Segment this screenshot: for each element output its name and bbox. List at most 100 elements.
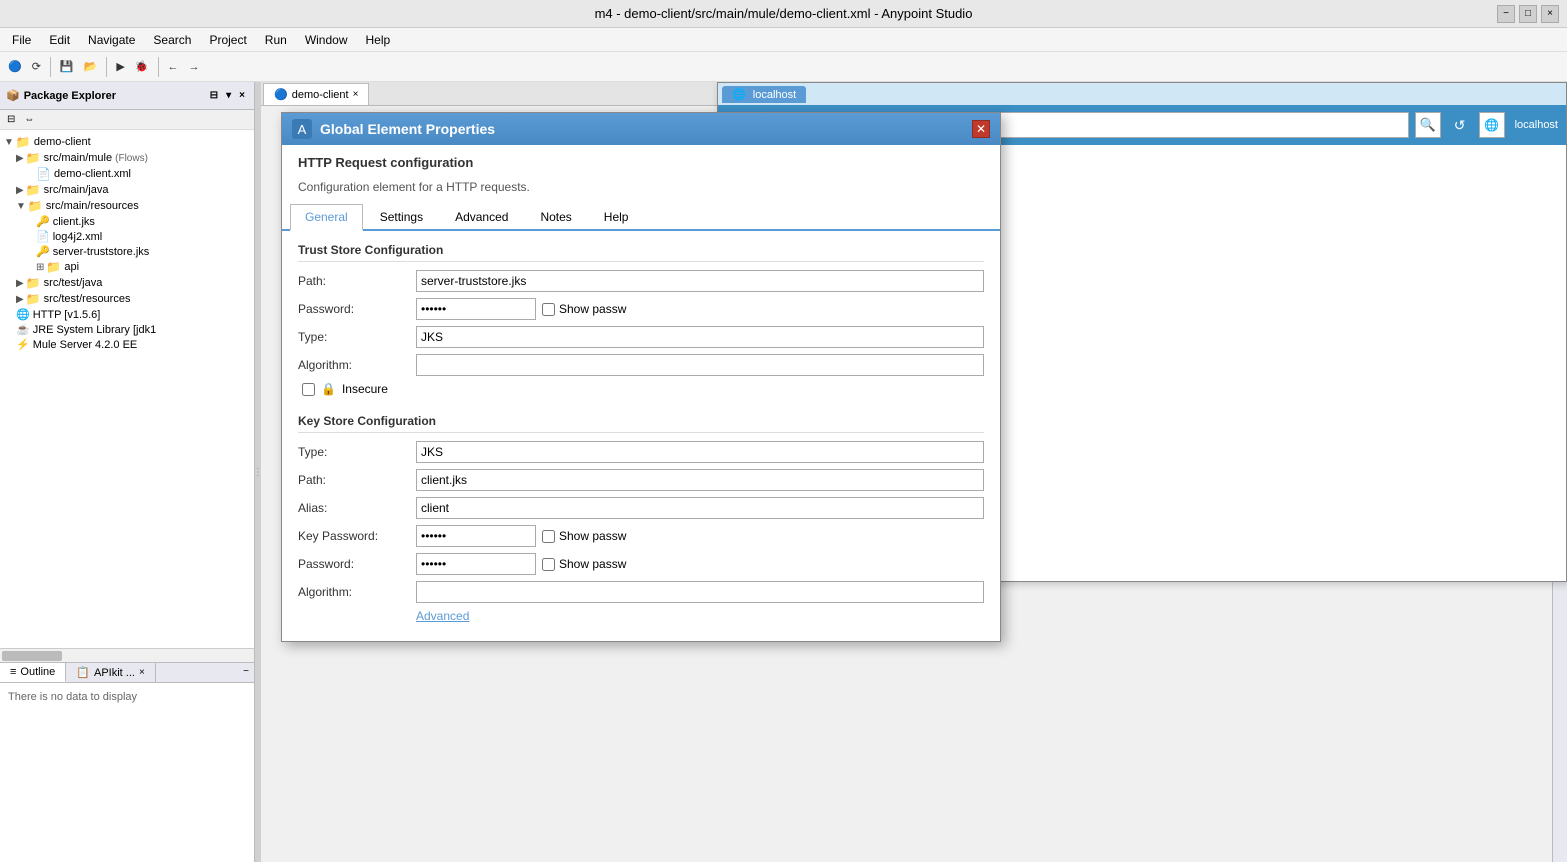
dialog-tab-advanced[interactable]: Advanced	[440, 204, 523, 229]
menu-navigate[interactable]: Navigate	[80, 31, 143, 49]
menu-edit[interactable]: Edit	[41, 31, 78, 49]
toolbar-sep-2	[106, 57, 107, 77]
tab-outline[interactable]: ≡ Outline	[0, 663, 66, 682]
browser-tab-label: localhost	[753, 89, 796, 101]
trust-type-input[interactable]	[416, 326, 984, 348]
browser-refresh-button[interactable]: ↺	[1447, 112, 1473, 138]
key-type-label: Type:	[298, 445, 408, 459]
insecure-checkbox[interactable]	[302, 383, 315, 396]
title-bar: m4 - demo-client/src/main/mule/demo-clie…	[0, 0, 1567, 28]
key-alias-input[interactable]	[416, 497, 984, 519]
scrollbar-thumb[interactable]	[2, 651, 62, 661]
key-pass-show-checkbox[interactable]	[542, 558, 555, 571]
tree-item-mule-server[interactable]: ⚡ Mule Server 4.2.0 EE	[0, 337, 254, 352]
trust-password-row: Password: Show passw	[298, 298, 984, 320]
panel-header-actions[interactable]: ⊟ ▾ ×	[207, 89, 248, 102]
tree-item-demo-client-xml[interactable]: 📄 demo-client.xml	[0, 166, 254, 182]
advanced-link[interactable]: Advanced	[416, 609, 469, 623]
toolbar-new[interactable]: 🔵	[4, 58, 26, 75]
insecure-row: 🔒 Insecure	[298, 382, 984, 396]
window-controls[interactable]: − □ ×	[1497, 5, 1559, 23]
insecure-icon: 🔒	[321, 382, 336, 396]
key-password-group: Show passw	[416, 525, 984, 547]
key-show-pass-group: Show passw	[542, 529, 626, 543]
dialog-close-button[interactable]: ✕	[972, 120, 990, 138]
tree-item-src-main-java[interactable]: ▶ 📁 src/main/java	[0, 182, 254, 198]
close-panel-button[interactable]: ×	[236, 89, 248, 102]
collapse-panel-button[interactable]: ⊟	[207, 89, 221, 102]
tree-item-jre[interactable]: ☕ JRE System Library [jdk1	[0, 322, 254, 337]
trust-show-pass-group: Show passw	[542, 302, 626, 316]
key-show-pass-checkbox[interactable]	[542, 530, 555, 543]
dialog-tab-help[interactable]: Help	[589, 204, 644, 229]
key-path-input[interactable]	[416, 469, 984, 491]
trust-show-pass-checkbox[interactable]	[542, 303, 555, 316]
browser-search-button[interactable]: 🔍	[1415, 112, 1441, 138]
browser-tab-localhost[interactable]: 🌐 localhost	[722, 86, 806, 103]
dialog-title-bar: A Global Element Properties ✕	[282, 113, 1000, 145]
menu-project[interactable]: Project	[201, 31, 254, 49]
trust-path-input[interactable]	[416, 270, 984, 292]
refresh-icon: ↺	[1454, 117, 1466, 133]
tree-item-src-test-resources[interactable]: ▶ 📁 src/test/resources	[0, 291, 254, 307]
browser-tab-favicon: 🌐	[732, 89, 746, 101]
menu-run[interactable]: Run	[257, 31, 295, 49]
tree-item-log4j2-xml[interactable]: 📄 log4j2.xml	[0, 229, 254, 244]
tab-apikit[interactable]: 📋 APIkit ... ×	[66, 663, 156, 682]
tree-item-http[interactable]: 🌐 HTTP [v1.5.6]	[0, 307, 254, 322]
toolbar-save-all[interactable]: 📂	[80, 58, 102, 75]
trust-type-label: Type:	[298, 330, 408, 344]
dialog-tab-notes[interactable]: Notes	[525, 204, 586, 229]
collapse-all-button[interactable]: ⊟	[4, 113, 18, 126]
link-editor-button[interactable]: ⇔	[21, 113, 37, 126]
tree-item-src-main-mule[interactable]: ▶ 📁 src/main/mule (Flows)	[0, 150, 254, 166]
toolbar-open[interactable]: ⟳	[28, 58, 45, 75]
key-type-row: Type:	[298, 441, 984, 463]
tree-label-demo-client: demo-client	[34, 136, 91, 148]
bottom-tabs-spacer	[156, 663, 238, 682]
key-type-input[interactable]	[416, 441, 984, 463]
toolbar-save[interactable]: 💾	[56, 58, 78, 75]
dialog-tab-settings[interactable]: Settings	[365, 204, 438, 229]
trust-path-label: Path:	[298, 274, 408, 288]
trust-algorithm-input[interactable]	[416, 354, 984, 376]
trust-password-input[interactable]	[416, 298, 536, 320]
tree-label-src-main-resources: src/main/resources	[46, 200, 139, 212]
minimize-bottom-btn[interactable]: −	[240, 665, 252, 680]
key-pass-input[interactable]	[416, 553, 536, 575]
key-password-label: Key Password:	[298, 529, 408, 543]
key-password-input[interactable]	[416, 525, 536, 547]
toolbar-back[interactable]: ←	[164, 59, 183, 75]
menu-help[interactable]: Help	[358, 31, 399, 49]
close-window-button[interactable]: ×	[1541, 5, 1559, 23]
trust-path-row: Path:	[298, 270, 984, 292]
menu-search[interactable]: Search	[145, 31, 199, 49]
apikit-icon: 📋	[76, 666, 90, 679]
toolbar-debug[interactable]: 🐞	[131, 58, 153, 75]
bottom-panel-controls: −	[238, 663, 254, 682]
toolbar-forward[interactable]: →	[185, 59, 204, 75]
menu-file[interactable]: File	[4, 31, 39, 49]
panel-menu-button[interactable]: ▾	[223, 89, 234, 102]
minimize-button[interactable]: −	[1497, 5, 1515, 23]
tree-item-client-jks[interactable]: 🔑 client.jks	[0, 214, 254, 229]
close-tab-btn[interactable]: ×	[353, 89, 359, 100]
tree-item-api[interactable]: ⊞ 📁 api	[0, 259, 254, 275]
right-content: 🔵 demo-client × A Global Element Propert…	[261, 82, 1567, 862]
editor-tab-demo-client[interactable]: 🔵 demo-client ×	[263, 83, 369, 105]
toolbar-sep-1	[50, 57, 51, 77]
tree-item-server-truststore-jks[interactable]: 🔑 server-truststore.jks	[0, 244, 254, 259]
apikit-close-btn[interactable]: ×	[139, 667, 145, 678]
menu-window[interactable]: Window	[297, 31, 356, 49]
tree-label-client-jks: client.jks	[53, 216, 95, 228]
toolbar-run[interactable]: ▶	[112, 58, 128, 75]
key-algorithm-input[interactable]	[416, 581, 984, 603]
tree-item-demo-client[interactable]: ▼ 📁 demo-client	[0, 134, 254, 150]
tree-item-src-main-resources[interactable]: ▼ 📁 src/main/resources	[0, 198, 254, 214]
tree-item-src-test-java[interactable]: ▶ 📁 src/test/java	[0, 275, 254, 291]
maximize-button[interactable]: □	[1519, 5, 1537, 23]
global-element-dialog: A Global Element Properties ✕ HTTP Reque…	[281, 112, 1001, 642]
dialog-tab-general[interactable]: General	[290, 204, 363, 231]
horizontal-scrollbar[interactable]	[0, 648, 254, 662]
key-pass-show-group: Show passw	[542, 557, 626, 571]
